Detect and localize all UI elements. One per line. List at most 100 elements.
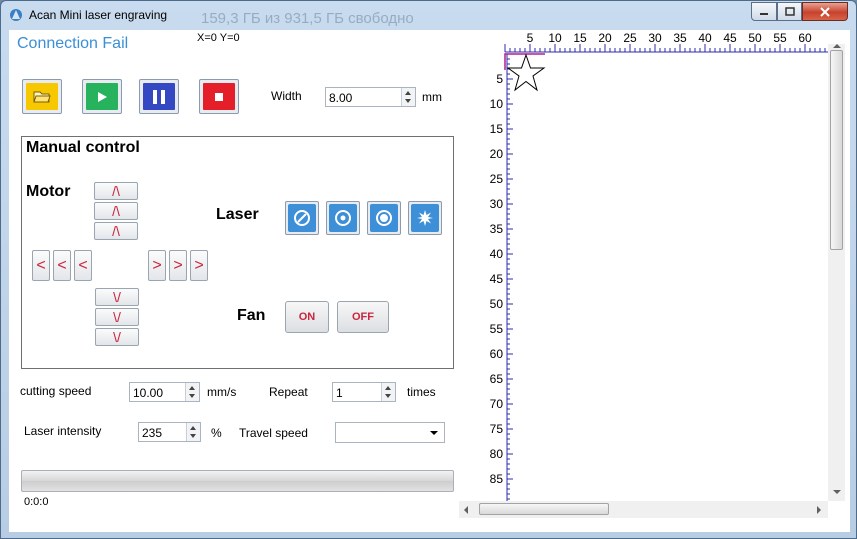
background-window-text: 159,3 ГБ из 931,5 ГБ свободно [201, 10, 414, 27]
left-ruler-label: 15 [490, 122, 504, 136]
laser-low-icon [335, 210, 351, 226]
jog-right-mid-button[interactable]: > [169, 250, 187, 281]
main-content: Connection Fail X=0 Y=0 Width 8.00 mm Ma… [9, 30, 850, 532]
top-ruler-label: 40 [698, 31, 712, 45]
elapsed-time: 0:0:0 [24, 496, 49, 508]
vertical-scrollbar[interactable] [828, 44, 845, 501]
top-ruler-label: 5 [527, 31, 534, 45]
jog-up-far-button[interactable]: /\ [94, 182, 138, 200]
connection-status: Connection Fail [17, 35, 129, 52]
jog-left-mid-button[interactable]: < [53, 250, 71, 281]
jog-right-near-button[interactable]: > [148, 250, 166, 281]
minimize-icon [760, 12, 768, 15]
top-ruler-label: 15 [573, 31, 587, 45]
laser-focus-button[interactable] [367, 201, 401, 235]
left-ruler-label: 25 [490, 172, 504, 186]
top-ruler-label: 20 [598, 31, 612, 45]
scroll-left-icon[interactable] [464, 506, 468, 514]
cutting-speed-label: cutting speed [20, 384, 92, 398]
open-folder-icon [33, 91, 51, 102]
cutting-speed-stepper[interactable] [185, 383, 199, 401]
travel-speed-select[interactable] [335, 422, 445, 443]
title-bar[interactable]: Acan Mini laser engraving 159,3 ГБ из 93… [1, 1, 856, 29]
left-ruler-label: 55 [490, 322, 504, 336]
scroll-right-icon[interactable] [817, 506, 821, 514]
stop-button[interactable] [199, 79, 239, 114]
repeat-input[interactable]: 1 [332, 382, 396, 402]
laser-off-button[interactable] [285, 201, 319, 235]
top-ruler-label: 10 [548, 31, 562, 45]
pause-button[interactable] [139, 79, 179, 114]
top-ruler-label: 45 [723, 31, 737, 45]
left-ruler-label: 40 [490, 247, 504, 261]
width-input[interactable]: 8.00 [325, 87, 416, 107]
left-ruler-label: 10 [490, 97, 504, 111]
stop-icon [215, 92, 223, 101]
jog-right-far-button[interactable]: > [190, 250, 208, 281]
laser-burst-icon [417, 210, 433, 226]
repeat-value: 1 [336, 386, 343, 400]
scroll-down-icon[interactable] [833, 490, 841, 494]
app-window: Acan Mini laser engraving 159,3 ГБ из 93… [0, 0, 857, 539]
cutting-speed-input[interactable]: 10.00 [129, 382, 200, 402]
jog-left-far-button[interactable]: < [32, 250, 50, 281]
top-ruler-label: 35 [673, 31, 687, 45]
open-file-button[interactable] [22, 79, 62, 114]
minimize-button[interactable] [751, 2, 777, 21]
width-label: Width [271, 89, 302, 103]
laser-off-icon [294, 210, 310, 226]
width-stepper[interactable] [401, 88, 415, 106]
app-logo-icon [10, 9, 22, 21]
cutting-speed-unit: mm/s [207, 385, 237, 399]
left-ruler-label: 60 [490, 347, 504, 361]
laser-intensity-stepper[interactable] [186, 423, 200, 441]
jog-left-near-button[interactable]: < [74, 250, 92, 281]
top-ruler-label: 30 [648, 31, 662, 45]
repeat-stepper[interactable] [381, 383, 395, 401]
left-ruler-label: 85 [490, 472, 504, 486]
chevron-down-icon [430, 431, 438, 435]
left-ruler-label: 45 [490, 272, 504, 286]
jog-down-far-button[interactable]: \/ [95, 328, 139, 346]
jog-down-near-button[interactable]: \/ [95, 288, 139, 306]
left-ruler-label: 5 [496, 72, 503, 86]
laser-burst-button[interactable] [408, 201, 442, 235]
scroll-up-icon[interactable] [833, 44, 841, 48]
close-button[interactable] [802, 2, 848, 21]
width-unit: mm [422, 90, 442, 104]
motor-label: Motor [26, 183, 71, 200]
coordinates-readout: X=0 Y=0 [197, 32, 240, 44]
maximize-button[interactable] [777, 2, 802, 21]
left-ruler-label: 30 [490, 197, 504, 211]
width-value: 8.00 [329, 91, 353, 105]
fan-label: Fan [237, 307, 266, 324]
travel-speed-label: Travel speed [239, 426, 308, 440]
horizontal-scroll-thumb[interactable] [479, 503, 609, 515]
maximize-icon [784, 6, 795, 16]
horizontal-scrollbar[interactable] [459, 501, 828, 518]
left-ruler-label: 20 [490, 147, 504, 161]
jog-up-mid-button[interactable]: /\ [94, 202, 138, 220]
left-ruler-label: 70 [490, 397, 504, 411]
vertical-scroll-thumb[interactable] [830, 50, 843, 250]
manual-control-panel: Manual control Motor /\ /\ /\ < < < > > … [21, 136, 454, 369]
fan-on-button[interactable]: ON [285, 301, 329, 333]
fan-off-button[interactable]: OFF [337, 301, 389, 333]
left-ruler-label: 80 [490, 447, 504, 461]
laser-intensity-input[interactable]: 235 [138, 422, 201, 442]
engraving-canvas[interactable]: 5 10 15 20 25 30 35 40 45 50 55 60 5 10 15 20 25 30 35 40 4… [459, 30, 842, 515]
laser-intensity-unit: % [211, 426, 222, 440]
start-button[interactable] [82, 79, 122, 114]
laser-label: Laser [216, 206, 259, 223]
jog-down-mid-button[interactable]: \/ [95, 308, 139, 326]
window-title: Acan Mini laser engraving [29, 8, 168, 22]
left-ruler-label: 65 [490, 372, 504, 386]
left-ruler-label: 35 [490, 222, 504, 236]
top-ruler-label: 60 [798, 31, 812, 45]
laser-low-button[interactable] [326, 201, 360, 235]
repeat-label: Repeat [269, 385, 308, 399]
pause-icon [153, 89, 165, 104]
left-ruler-label: 75 [490, 422, 504, 436]
top-ruler-label: 55 [773, 31, 787, 45]
jog-up-near-button[interactable]: /\ [94, 222, 138, 240]
